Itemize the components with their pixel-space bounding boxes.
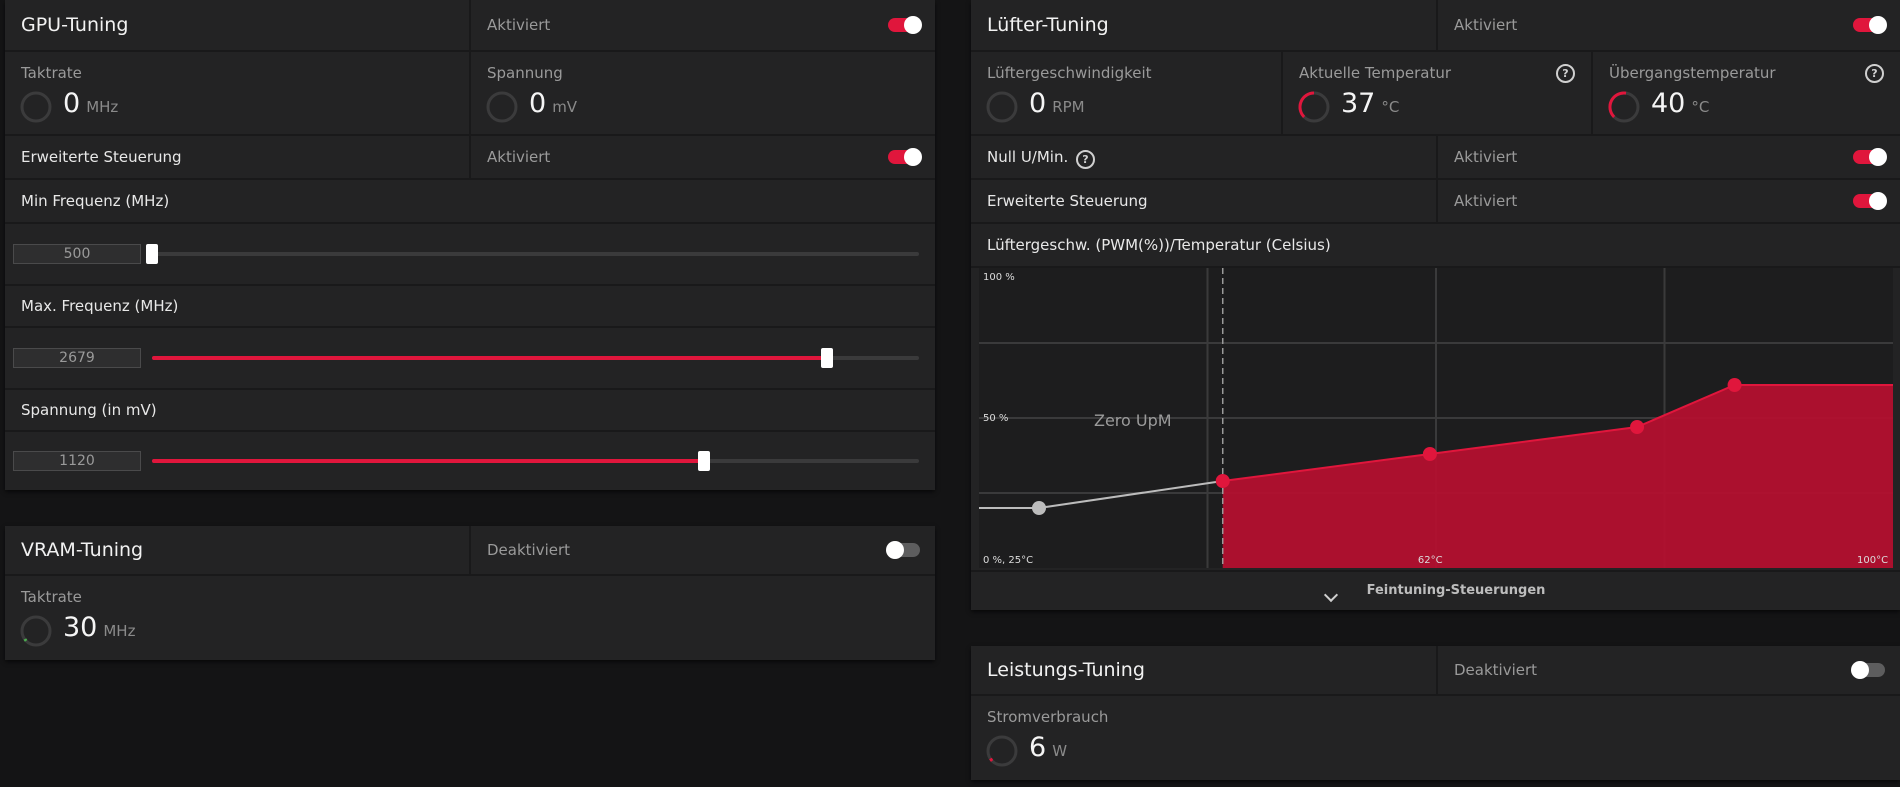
junction-temp-help-icon[interactable]: ?: [1865, 64, 1884, 83]
junction-temp-gauge: [1608, 91, 1640, 123]
max-freq-label: Max. Frequenz (MHz): [21, 297, 179, 315]
gpu-voltage-gauge: [486, 91, 518, 123]
power-tuning-panel: Leistungs-Tuning Deaktiviert Stromverbra…: [971, 646, 1900, 780]
fan-tuning-header: Lüfter-Tuning Aktiviert: [971, 0, 1900, 52]
min-freq-track[interactable]: [146, 244, 919, 264]
zero-rpm-help-icon[interactable]: ?: [1076, 150, 1095, 169]
current-temp-label: Aktuelle Temperatur: [1299, 64, 1452, 82]
vram-tuning-header: VRAM-Tuning Deaktiviert: [5, 526, 935, 576]
gpu-advanced-status: Aktiviert: [487, 148, 551, 166]
power-consumption-value: 6W: [1029, 732, 1068, 763]
vram-clock-gauge: [20, 615, 52, 647]
fan-curve-label: Lüftergeschw. (PWM(%))/Temperatur (Celsi…: [987, 236, 1331, 254]
fan-curve-label-row: Lüftergeschw. (PWM(%))/Temperatur (Celsi…: [971, 224, 1900, 268]
vram-clock-value: 30 MHz: [63, 612, 136, 643]
gpu-voltage-label: Spannung: [487, 64, 563, 82]
vram-tuning-panel: VRAM-Tuning Deaktiviert Taktrate 30 MHz: [5, 526, 935, 660]
gpu-voltage-value: 0 mV: [529, 88, 578, 119]
zero-rpm-status: Aktiviert: [1454, 148, 1518, 166]
gpu-tuning-title: GPU-Tuning: [21, 14, 129, 36]
fan-advanced-toggle[interactable]: [1853, 192, 1887, 210]
origin-label: 0 %, 25°C: [983, 555, 1033, 566]
max-freq-label-row: Max. Frequenz (MHz): [5, 284, 935, 328]
fan-curve-point: [1727, 378, 1742, 392]
fan-curve-point: [1422, 447, 1437, 461]
current-temp-gauge: [1298, 91, 1330, 123]
power-metrics-row: Stromverbrauch 6W: [971, 696, 1900, 780]
gpu-metrics-row: Taktrate 0 MHz Spannung 0 mV: [5, 52, 935, 136]
junction-temp-value: 40 °C: [1651, 88, 1710, 119]
fan-curve-point: [1630, 420, 1645, 434]
fan-curve-chart[interactable]: 100 % 50 % 0 %, 25°C 62°C 100°C Zero UpM: [979, 268, 1893, 568]
voltage-input[interactable]: 1120: [13, 451, 141, 471]
fan-advanced-label: Erweiterte Steuerung: [987, 192, 1148, 210]
min-freq-input[interactable]: 500: [13, 244, 141, 264]
zero-rpm-text: Zero UpM: [1094, 411, 1172, 430]
x-tick-62: 62°C: [1418, 555, 1443, 566]
fan-speed-label: Lüftergeschwindigkeit: [987, 64, 1152, 82]
vram-clock-label: Taktrate: [21, 588, 82, 606]
zero-rpm-label: Null U/Min.: [987, 148, 1069, 166]
fan-speed-value: 0 RPM: [1029, 88, 1085, 119]
gpu-tuning-header: GPU-Tuning Aktiviert: [5, 0, 935, 52]
max-freq-slider-row: 2679: [5, 328, 935, 388]
x-tick-100: 100°C: [1857, 555, 1888, 566]
y-tick-100: 100 %: [983, 272, 1015, 283]
power-tuning-header: Leistungs-Tuning Deaktiviert: [971, 646, 1900, 696]
fan-advanced-row: Erweiterte Steuerung Aktiviert: [971, 180, 1900, 224]
gpu-advanced-toggle[interactable]: [888, 148, 922, 166]
max-freq-thumb[interactable]: [820, 348, 833, 368]
gpu-clock-value: 0 MHz: [63, 88, 119, 119]
fan-curve-svg[interactable]: 100 % 50 % 0 %, 25°C 62°C 100°C Zero UpM: [979, 268, 1893, 568]
max-freq-input[interactable]: 2679: [13, 348, 141, 368]
gpu-tuning-status: Aktiviert: [487, 16, 551, 34]
power-consumption-label: Stromverbrauch: [987, 708, 1109, 726]
vram-tuning-status: Deaktiviert: [487, 541, 571, 559]
power-consumption-gauge: [986, 735, 1018, 767]
fan-tuning-panel: Lüfter-Tuning Aktiviert Lüftergeschwindi…: [971, 0, 1900, 610]
fan-advanced-status: Aktiviert: [1454, 192, 1518, 210]
chevron-down-icon: [1323, 587, 1338, 603]
power-tuning-status: Deaktiviert: [1454, 661, 1538, 679]
junction-temp-label: Übergangstemperatur: [1609, 64, 1776, 82]
voltage-slider-label-row: Spannung (in mV): [5, 388, 935, 432]
fan-speed-gauge: [986, 91, 1018, 123]
fan-tuning-toggle[interactable]: [1853, 16, 1887, 34]
min-freq-label: Min Frequenz (MHz): [21, 192, 170, 210]
gpu-tuning-panel: GPU-Tuning Aktiviert Taktrate 0 MHz Spann…: [5, 0, 935, 490]
gpu-clock-gauge: [20, 91, 52, 123]
gpu-advanced-label: Erweiterte Steuerung: [21, 148, 182, 166]
inactive-curve-point: [1032, 501, 1046, 515]
fan-curve-area: [1222, 385, 1893, 568]
fine-tuning-toggle[interactable]: Feintuning-Steuerungen: [971, 570, 1900, 612]
y-tick-50: 50 %: [983, 413, 1008, 424]
fine-tuning-label: Feintuning-Steuerungen: [1366, 583, 1546, 598]
inactive-curve-segment: [1038, 480, 1223, 509]
min-freq-slider-row: 500: [5, 224, 935, 284]
gpu-tuning-toggle[interactable]: [888, 16, 922, 34]
current-temp-help-icon[interactable]: ?: [1556, 64, 1575, 83]
fan-tuning-title: Lüfter-Tuning: [987, 14, 1109, 36]
vram-metrics-row: Taktrate 30 MHz: [5, 576, 935, 660]
voltage-thumb[interactable]: [698, 451, 711, 471]
voltage-slider-row: 1120: [5, 432, 935, 490]
gpu-clock-label: Taktrate: [21, 64, 82, 82]
zero-rpm-toggle[interactable]: [1853, 148, 1887, 166]
min-freq-thumb[interactable]: [146, 244, 158, 264]
vram-tuning-title: VRAM-Tuning: [21, 539, 144, 561]
min-freq-label-row: Min Frequenz (MHz): [5, 180, 935, 224]
power-tuning-toggle[interactable]: [1851, 661, 1885, 679]
fan-tuning-status: Aktiviert: [1454, 16, 1518, 34]
gpu-advanced-row: Erweiterte Steuerung Aktiviert: [5, 136, 935, 180]
current-temp-value: 37 °C: [1341, 88, 1400, 119]
voltage-track[interactable]: [152, 451, 919, 471]
fan-metrics-row: Lüftergeschwindigkeit 0 RPM Aktuelle Temp…: [971, 52, 1900, 136]
fan-curve-point: [1215, 474, 1230, 488]
voltage-slider-label: Spannung (in mV): [21, 401, 157, 419]
vram-tuning-toggle[interactable]: [886, 541, 920, 559]
max-freq-track[interactable]: [152, 348, 919, 368]
zero-rpm-row: Null U/Min. ? Aktiviert: [971, 136, 1900, 180]
power-tuning-title: Leistungs-Tuning: [987, 659, 1145, 681]
